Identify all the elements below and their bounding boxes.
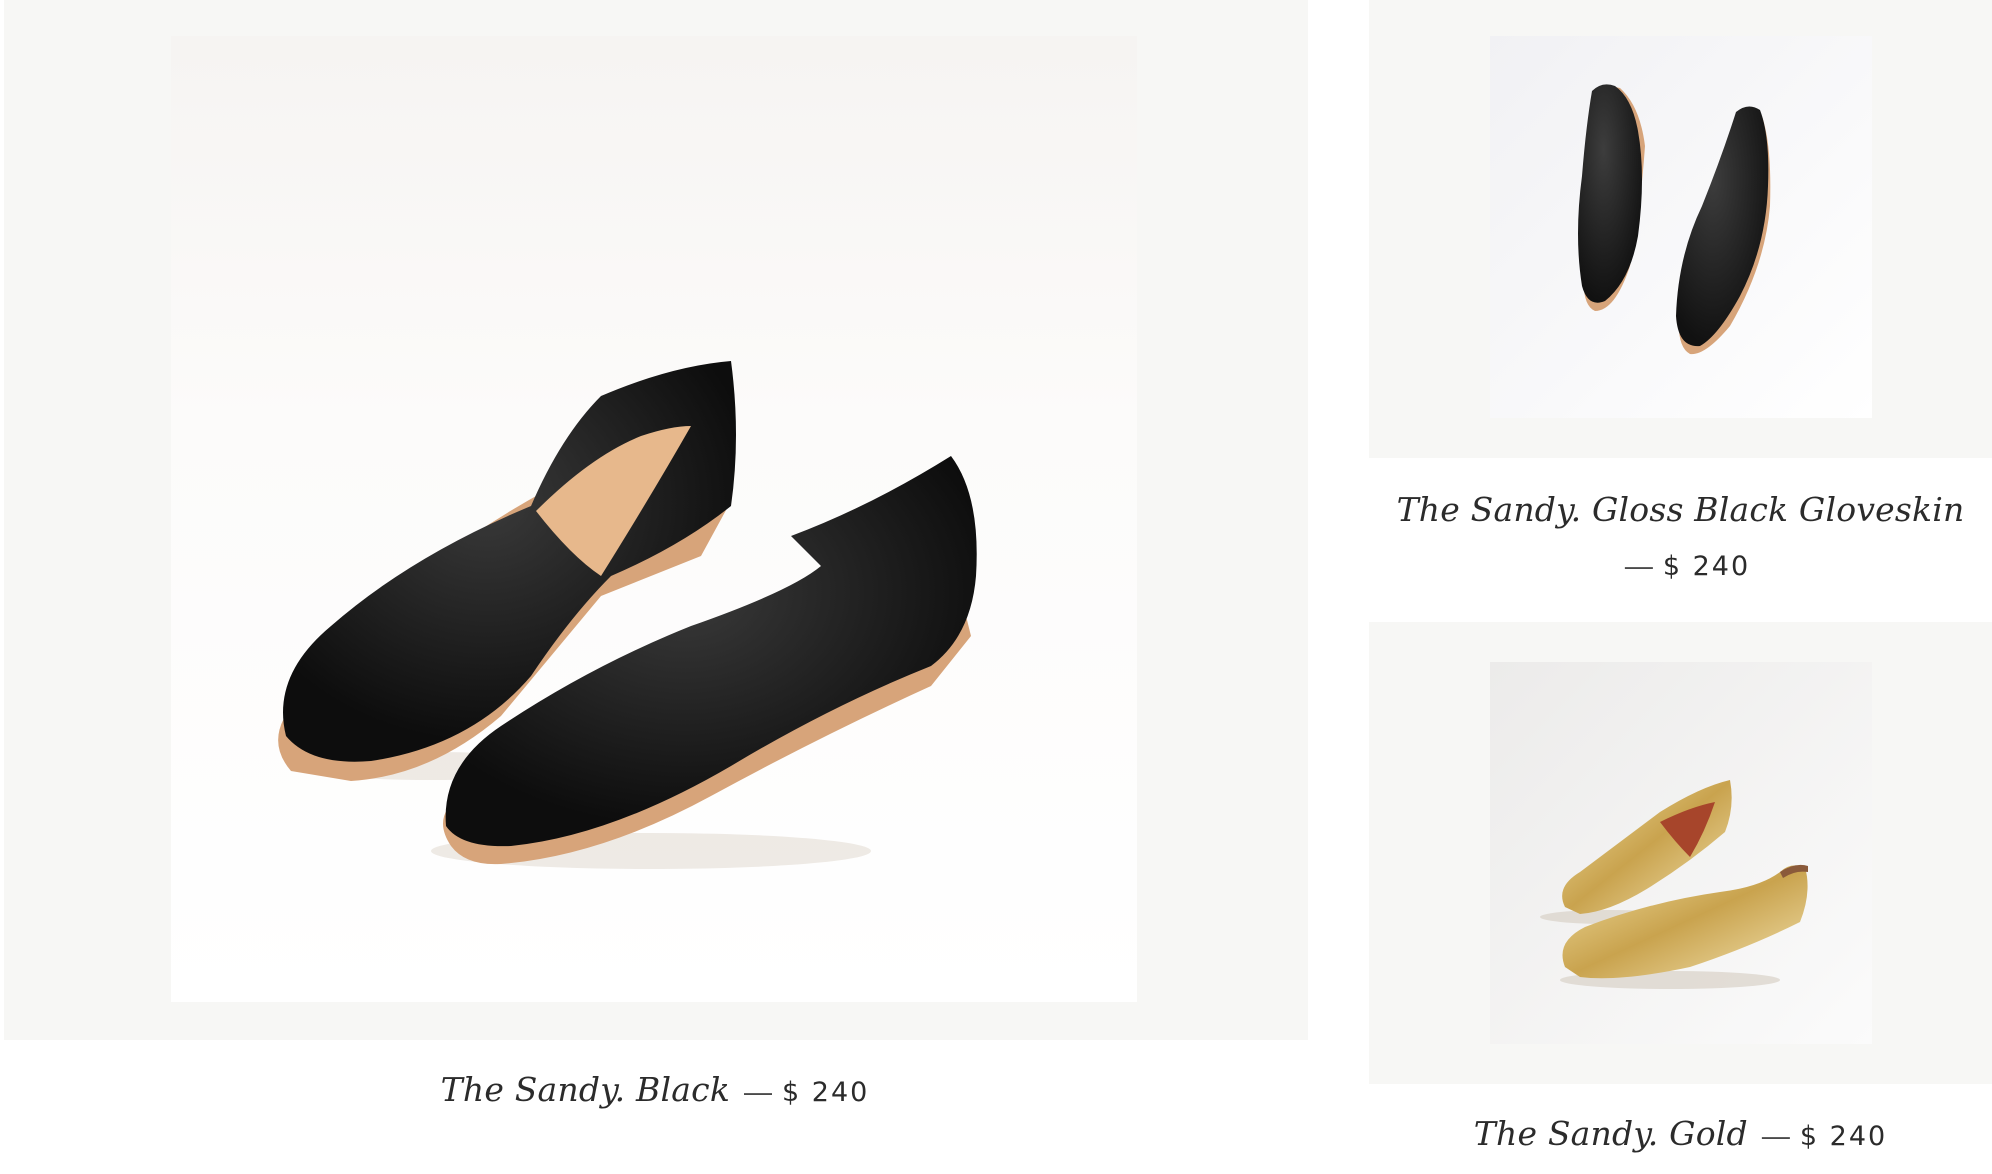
product-image-sandy-gold[interactable] — [1490, 662, 1872, 1044]
product-price: $ 240 — [782, 1077, 870, 1108]
price-separator: — — [1761, 1120, 1790, 1151]
product-card-sandy-gold[interactable]: The Sandy. Gold — $ 240 — [1369, 622, 1992, 1174]
product-card-sandy-gloss-black-gloveskin[interactable]: The Sandy. Gloss Black Gloveskin — $ 240 — [1369, 0, 1992, 600]
product-image-sandy-gloss-black-gloveskin[interactable] — [1490, 36, 1872, 418]
product-card-sandy-black[interactable]: The Sandy. Black — $ 240 — [0, 0, 1310, 1174]
product-image-sandy-black[interactable] — [171, 36, 1137, 1002]
product-caption-title: The Sandy. Gloss Black Gloveskin — [1369, 490, 1992, 529]
product-price: $ 240 — [1662, 551, 1751, 582]
price-separator: — — [744, 1076, 773, 1107]
product-price: $ 240 — [1799, 1121, 1888, 1152]
product-title[interactable]: The Sandy. Gold — [1474, 1114, 1748, 1153]
product-title[interactable]: The Sandy. Black — [441, 1070, 730, 1109]
product-caption: The Sandy. Black — $ 240 — [0, 1070, 1310, 1109]
product-title[interactable]: The Sandy. Gloss Black Gloveskin — [1397, 490, 1965, 529]
price-separator: — — [1624, 550, 1653, 581]
product-caption: The Sandy. Gold — $ 240 — [1369, 1114, 1992, 1153]
product-caption-price: — $ 240 — [1369, 550, 1992, 582]
